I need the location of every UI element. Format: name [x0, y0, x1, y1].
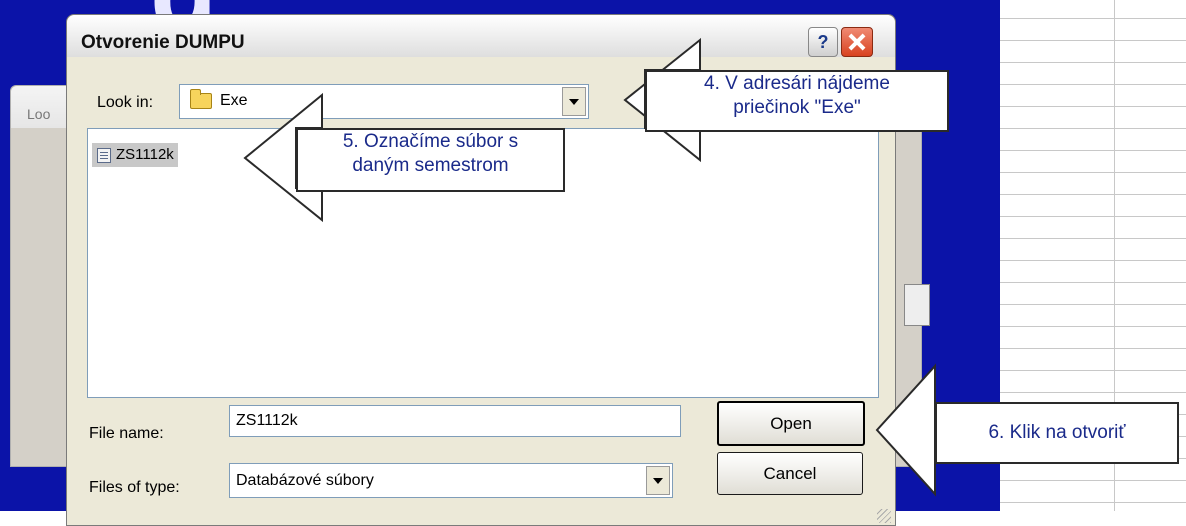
- callout-arrow-6-shape: [875, 363, 936, 497]
- callout-step-5-line1: 5. Označíme súbor s: [342, 131, 519, 152]
- callout-step-4: 4. V adresári nájdeme priečinok "Exe": [645, 70, 949, 132]
- callout-step-6: 6. Klik na otvoriť: [935, 402, 1179, 464]
- callout-step-5-line2: daným semestrom: [352, 155, 509, 176]
- callout-step-4-line1: 4. V adresári nájdeme: [704, 73, 890, 94]
- callout-step-4-line2: priečinok "Exe": [733, 97, 861, 118]
- callout-step-5: 5. Označíme súbor s daným semestrom: [296, 128, 565, 192]
- resize-grip-icon[interactable]: [877, 509, 891, 523]
